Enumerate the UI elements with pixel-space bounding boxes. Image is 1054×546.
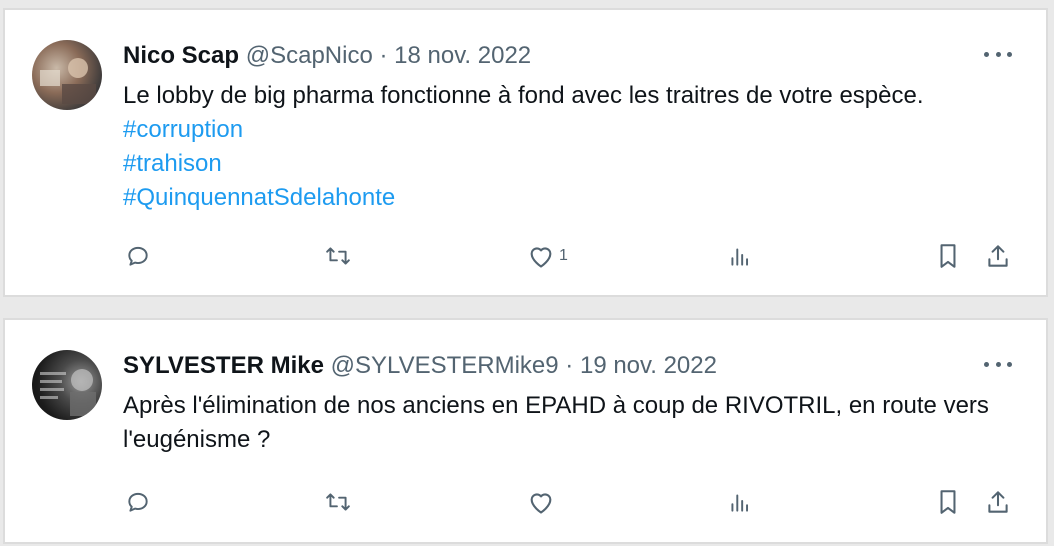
retweet-button[interactable] [323, 486, 353, 518]
more-dot [1007, 51, 1012, 57]
more-dot [984, 361, 989, 367]
tweet-card[interactable]: SYLVESTER Mike @SYLVESTERMike9 · 19 nov.… [3, 318, 1048, 544]
bookmark-icon [940, 490, 956, 514]
tweet-date[interactable]: 18 nov. 2022 [394, 42, 531, 69]
tweet-text-content: Le lobby de big pharma fonctionne à fond… [123, 82, 924, 109]
tweet-text-content: Après l'élimination de nos anciens en EP… [123, 392, 989, 453]
more-dot [1007, 361, 1012, 367]
more-icon[interactable] [984, 44, 1012, 64]
share-icon [988, 245, 1008, 267]
tweet-text: Après l'élimination de nos anciens en EP… [123, 389, 1016, 457]
hashtag-link[interactable]: #QuinquennatSdelahonte [123, 181, 1016, 215]
bookmark-button[interactable] [935, 240, 961, 272]
tweet-card[interactable]: Nico Scap @ScapNico · 18 nov. 2022 Le lo… [3, 8, 1048, 297]
bookmark-button[interactable] [935, 486, 961, 518]
more-dot [984, 51, 989, 57]
author-name[interactable]: SYLVESTER Mike [123, 352, 324, 379]
more-icon[interactable] [984, 354, 1012, 374]
avatar[interactable] [32, 350, 102, 420]
reply-icon [128, 246, 148, 266]
author-name[interactable]: Nico Scap [123, 42, 239, 69]
tweet-text: Le lobby de big pharma fonctionne à fond… [123, 79, 1016, 215]
more-dot [995, 51, 1001, 57]
tweet-actions: 1 [123, 240, 1018, 272]
bookmark-icon [940, 244, 956, 268]
retweet-icon [326, 247, 350, 265]
tweet-actions [123, 486, 1018, 518]
more-dot [995, 361, 1001, 367]
like-count: 1 [559, 247, 568, 264]
share-icon [988, 491, 1008, 513]
separator: · [379, 42, 388, 69]
separator: · [565, 352, 574, 379]
hashtag-link[interactable]: #trahison [123, 147, 1016, 181]
views-icon [731, 248, 749, 266]
reply-button[interactable] [125, 240, 151, 272]
author-handle[interactable]: @ScapNico [246, 42, 373, 69]
retweet-button[interactable] [323, 240, 353, 272]
reply-button[interactable] [125, 486, 151, 518]
share-button[interactable] [985, 240, 1011, 272]
avatar[interactable] [32, 40, 102, 110]
hashtag-link[interactable]: #corruption [123, 113, 1016, 147]
tweet-header: Nico Scap @ScapNico · 18 nov. 2022 [123, 41, 531, 71]
views-button[interactable] [727, 486, 753, 518]
tweet-date[interactable]: 19 nov. 2022 [580, 352, 717, 379]
heart-icon [530, 493, 552, 514]
heart-icon [530, 247, 552, 268]
tweet-header: SYLVESTER Mike @SYLVESTERMike9 · 19 nov.… [123, 351, 717, 381]
author-handle[interactable]: @SYLVESTERMike9 [331, 352, 559, 379]
share-button[interactable] [985, 486, 1011, 518]
like-button[interactable]: 1 [527, 240, 568, 272]
retweet-icon [326, 493, 350, 511]
views-button[interactable] [727, 240, 753, 272]
reply-icon [128, 492, 148, 512]
like-button[interactable] [527, 486, 559, 518]
views-icon [731, 494, 749, 512]
